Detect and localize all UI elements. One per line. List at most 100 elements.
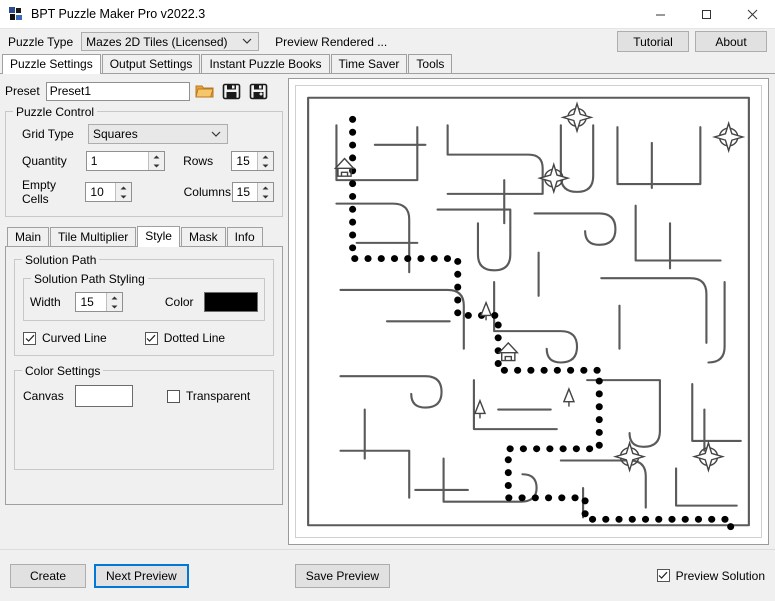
empty-cells-value: 10 xyxy=(86,183,114,201)
next-preview-button[interactable]: Next Preview xyxy=(94,564,189,588)
save-icon[interactable] xyxy=(220,80,244,103)
width-label: Width xyxy=(30,295,75,309)
spinner-up-icon[interactable] xyxy=(116,183,131,192)
chevron-down-icon xyxy=(240,38,254,45)
inner-tab-style[interactable]: Style xyxy=(137,226,180,247)
canvas-label: Canvas xyxy=(23,389,75,403)
puzzle-control-group: Puzzle Control Grid Type Squares Quantit… xyxy=(5,111,283,217)
columns-stepper[interactable]: 15 xyxy=(232,182,274,202)
canvas-row: Canvas Transparent xyxy=(23,385,265,407)
preview-status-text: Preview Rendered ... xyxy=(275,35,387,49)
maze-preview-canvas[interactable] xyxy=(295,85,762,538)
grid-type-label: Grid Type xyxy=(22,127,88,141)
empty-cells-columns-row: Empty Cells 10 Columns 15 xyxy=(22,178,274,206)
curved-line-checkbox[interactable]: Curved Line xyxy=(23,331,107,345)
spinner-down-icon[interactable] xyxy=(107,302,122,311)
spinner-down-icon[interactable] xyxy=(258,192,273,201)
width-stepper[interactable]: 15 xyxy=(75,292,122,312)
line-options-row: Curved Line Dotted Line xyxy=(23,331,265,345)
app-icon xyxy=(8,6,24,22)
solution-path-styling-group: Solution Path Styling Width 15 Color xyxy=(23,278,265,321)
save-as-icon[interactable] xyxy=(247,80,271,103)
chevron-down-icon xyxy=(209,131,223,138)
preview-frame xyxy=(288,78,769,545)
bottom-toolbar: Create Next Preview Save Preview Preview… xyxy=(0,549,775,601)
maximize-button[interactable] xyxy=(683,0,729,29)
rows-stepper[interactable]: 15 xyxy=(231,151,274,171)
tab-time-saver[interactable]: Time Saver xyxy=(331,54,408,73)
window-titlebar: BPT Puzzle Maker Pro v2022.3 xyxy=(0,0,775,29)
puzzle-control-legend: Puzzle Control xyxy=(13,105,97,119)
preset-row: Preset Preset1 xyxy=(5,79,283,103)
spinner-up-icon[interactable] xyxy=(149,152,164,161)
quantity-value: 1 xyxy=(87,152,148,170)
columns-label: Columns xyxy=(184,185,232,199)
spinner-up-icon[interactable] xyxy=(258,152,273,161)
puzzle-type-value: Mazes 2D Tiles (Licensed) xyxy=(86,35,240,49)
empty-cells-label: Empty Cells xyxy=(22,178,85,206)
tab-puzzle-settings[interactable]: Puzzle Settings xyxy=(2,54,101,74)
rows-label: Rows xyxy=(183,154,231,168)
main-content: Preset Preset1 xyxy=(0,74,775,549)
dotted-line-checkbox[interactable]: Dotted Line xyxy=(145,331,225,345)
preview-pane xyxy=(288,74,775,549)
quantity-label: Quantity xyxy=(22,154,86,168)
width-spinner-buttons[interactable] xyxy=(106,293,122,311)
spinner-down-icon[interactable] xyxy=(258,161,273,170)
main-tabstrip: Puzzle Settings Output Settings Instant … xyxy=(0,54,775,74)
empty-cells-stepper[interactable]: 10 xyxy=(85,182,131,202)
folder-open-icon[interactable] xyxy=(193,80,217,103)
rows-spinner-buttons[interactable] xyxy=(257,152,273,170)
canvas-color-swatch[interactable] xyxy=(75,385,133,407)
quantity-spinner-buttons[interactable] xyxy=(148,152,164,170)
rows-value: 15 xyxy=(232,152,257,170)
spinner-down-icon[interactable] xyxy=(116,192,131,201)
preset-label: Preset xyxy=(5,84,40,98)
tutorial-button[interactable]: Tutorial xyxy=(617,31,689,52)
inner-tab-tile-multiplier[interactable]: Tile Multiplier xyxy=(50,227,136,246)
solution-color-swatch[interactable] xyxy=(204,292,258,312)
create-button[interactable]: Create xyxy=(10,564,86,588)
about-button[interactable]: About xyxy=(695,31,767,52)
maze-svg xyxy=(296,86,761,537)
puzzle-type-bar: Puzzle Type Mazes 2D Tiles (Licensed) Pr… xyxy=(0,29,775,54)
inner-tab-mask[interactable]: Mask xyxy=(181,227,226,246)
preview-solution-checkbox[interactable]: Preview Solution xyxy=(657,569,765,583)
grid-type-select[interactable]: Squares xyxy=(88,124,228,144)
checkbox-box xyxy=(657,569,670,582)
checkbox-box xyxy=(23,332,36,345)
top-button-group: Tutorial About xyxy=(617,31,767,52)
puzzle-type-select[interactable]: Mazes 2D Tiles (Licensed) xyxy=(81,32,259,51)
dotted-line-label: Dotted Line xyxy=(164,331,225,345)
transparent-checkbox[interactable]: Transparent xyxy=(167,389,250,403)
spinner-up-icon[interactable] xyxy=(258,183,273,192)
columns-spinner-buttons[interactable] xyxy=(257,183,273,201)
tab-output-settings[interactable]: Output Settings xyxy=(102,54,201,73)
empty-cells-spinner-buttons[interactable] xyxy=(115,183,131,201)
color-settings-group: Color Settings Canvas Transparent xyxy=(14,370,274,470)
grid-type-value: Squares xyxy=(93,127,209,141)
quantity-stepper[interactable]: 1 xyxy=(86,151,165,171)
solution-path-group: Solution Path Solution Path Styling Widt… xyxy=(14,259,274,356)
puzzle-type-label: Puzzle Type xyxy=(8,35,73,49)
style-panel: Solution Path Solution Path Styling Widt… xyxy=(5,247,283,505)
inner-tab-info[interactable]: Info xyxy=(227,227,263,246)
settings-inner-tabstrip: Main Tile Multiplier Style Mask Info xyxy=(5,227,283,247)
width-value: 15 xyxy=(76,293,105,311)
minimize-button[interactable] xyxy=(637,0,683,29)
spinner-up-icon[interactable] xyxy=(107,293,122,302)
settings-pane: Preset Preset1 xyxy=(0,74,288,549)
checkbox-box xyxy=(167,390,180,403)
inner-tab-main[interactable]: Main xyxy=(7,227,49,246)
color-label: Color xyxy=(165,295,194,309)
close-button[interactable] xyxy=(729,0,775,29)
curved-line-label: Curved Line xyxy=(42,331,107,345)
preset-input[interactable]: Preset1 xyxy=(46,82,190,101)
width-color-row: Width 15 Color xyxy=(30,292,258,312)
tab-tools[interactable]: Tools xyxy=(408,54,452,73)
spinner-down-icon[interactable] xyxy=(149,161,164,170)
transparent-label: Transparent xyxy=(186,389,250,403)
checkbox-box xyxy=(145,332,158,345)
save-preview-button[interactable]: Save Preview xyxy=(295,564,390,588)
tab-instant-puzzle-books[interactable]: Instant Puzzle Books xyxy=(201,54,329,73)
